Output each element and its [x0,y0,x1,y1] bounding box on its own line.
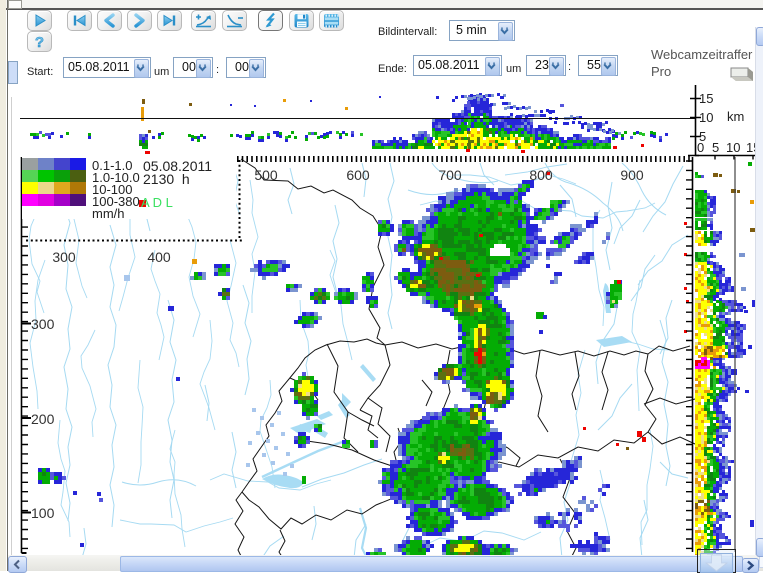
svg-text:km: km [727,109,744,124]
svg-text:200: 200 [31,411,55,427]
svg-text:100: 100 [31,505,55,521]
svg-text:10: 10 [726,140,740,155]
svg-text:10: 10 [699,110,713,125]
svg-text:900: 900 [620,167,644,183]
svg-text:800: 800 [529,167,553,183]
svg-text:5: 5 [712,140,719,155]
svg-text:700: 700 [438,167,462,183]
svg-text:0: 0 [697,140,704,155]
svg-text:mm/h: mm/h [92,206,125,221]
svg-text:15: 15 [699,91,713,106]
svg-text:400: 400 [147,249,171,265]
svg-text:300: 300 [52,249,76,265]
svg-text:600: 600 [346,167,370,183]
svg-text:A D L: A D L [141,195,173,210]
svg-text:500: 500 [254,167,278,183]
svg-text:2130 h: 2130 h [143,171,190,187]
svg-text:300: 300 [31,316,55,332]
svg-text:?: ? [35,34,44,51]
